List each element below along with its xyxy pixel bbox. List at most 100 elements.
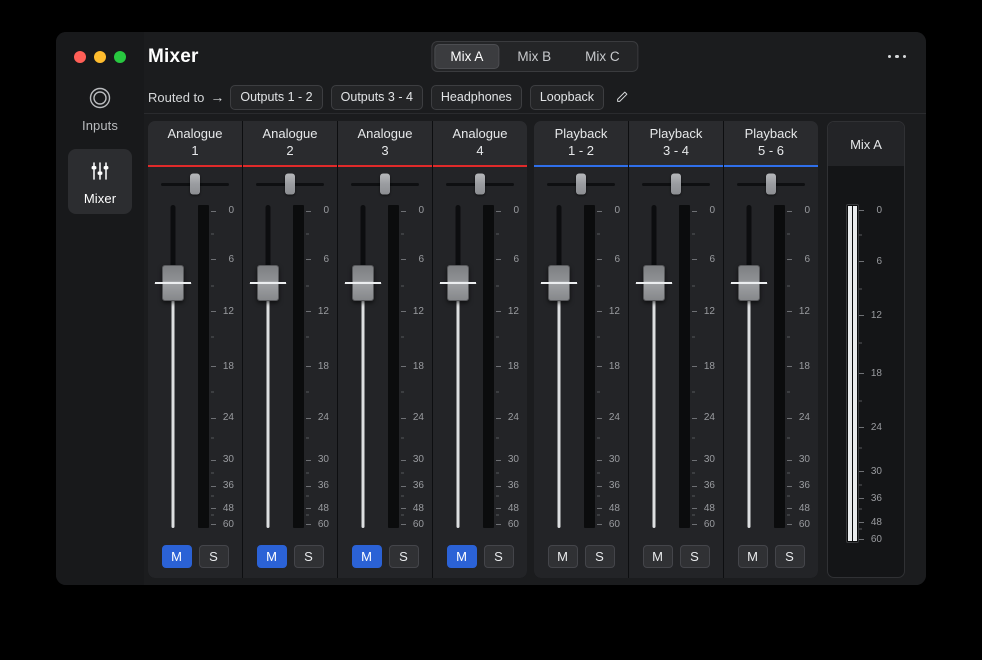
routing-bar: Routed to → Outputs 1 - 2 Outputs 3 - 4 … (144, 81, 926, 114)
fader-control[interactable] (726, 205, 772, 528)
sidebar-item-inputs[interactable]: Inputs (68, 76, 132, 141)
meter-tick-label: 48 (866, 518, 882, 528)
mute-button[interactable]: M (738, 545, 768, 568)
meter-tick-label: 60 (313, 520, 329, 530)
pan-knob[interactable] (380, 174, 390, 195)
meter-tick-minor (211, 337, 214, 338)
minimize-button[interactable] (94, 51, 106, 63)
sidebar-item-mixer[interactable]: Mixer (68, 149, 132, 214)
route-chip-outputs-1-2[interactable]: Outputs 1 - 2 (230, 85, 322, 110)
meter-tick-label: 0 (866, 206, 882, 216)
meter-tick-minor (859, 529, 862, 530)
pan-knob[interactable] (285, 174, 295, 195)
pan-control[interactable] (433, 167, 527, 201)
route-chip-outputs-3-4[interactable]: Outputs 3 - 4 (331, 85, 423, 110)
meter-tick-dash (306, 285, 309, 286)
fader-knob[interactable] (162, 265, 184, 301)
meter-tick-minor (692, 437, 695, 438)
mute-button[interactable]: M (162, 545, 192, 568)
fader-knob[interactable] (643, 265, 665, 301)
solo-button[interactable]: S (775, 545, 805, 568)
fader-knob[interactable] (447, 265, 469, 301)
tab-mix-b[interactable]: Mix B (501, 44, 567, 69)
ellipsis-icon[interactable] (882, 47, 913, 67)
meter-tick-label: 36 (604, 481, 620, 491)
solo-button[interactable]: S (199, 545, 229, 568)
meter-tick-dash (211, 337, 214, 338)
meter-tick-major: 0 (692, 206, 715, 216)
meter-tick-major: 6 (401, 255, 424, 265)
fader-control[interactable] (631, 205, 677, 528)
meter-tick-label: 18 (699, 362, 715, 372)
fader-control[interactable] (245, 205, 291, 528)
fader-knob[interactable] (257, 265, 279, 301)
meter-tick-label: 48 (218, 504, 234, 514)
meter-tick-major: 24 (306, 413, 329, 423)
meter-tick-dash (496, 311, 501, 312)
pan-track (161, 183, 229, 186)
close-button[interactable] (74, 51, 86, 63)
maximize-button[interactable] (114, 51, 126, 63)
meter-tick-minor (597, 234, 600, 235)
pan-control[interactable] (629, 167, 723, 201)
mute-button[interactable]: M (447, 545, 477, 568)
mute-button[interactable]: M (548, 545, 578, 568)
pan-knob[interactable] (190, 174, 200, 195)
meter-tick-dash (859, 261, 864, 262)
channel-meter (483, 205, 494, 528)
meter-tick-dash (401, 337, 404, 338)
meter-tick-dash (597, 508, 602, 509)
meter-tick-dash (496, 486, 501, 487)
mixer-area: Analogue10612182430364860MSAnalogue20612… (144, 114, 926, 585)
mute-button[interactable]: M (643, 545, 673, 568)
solo-button[interactable]: S (585, 545, 615, 568)
meter-tick-major: 18 (692, 362, 715, 372)
pencil-icon[interactable] (612, 87, 632, 107)
meter-tick-label: 24 (408, 413, 424, 423)
pan-control[interactable] (148, 167, 242, 201)
tab-mix-a[interactable]: Mix A (434, 44, 499, 69)
pan-knob[interactable] (475, 174, 485, 195)
meter-tick-dash (306, 311, 311, 312)
channel-meter-col: 0612182430364860 (582, 205, 626, 528)
pan-knob[interactable] (576, 174, 586, 195)
channel-meter (388, 205, 399, 528)
fader-control[interactable] (340, 205, 386, 528)
fader-control[interactable] (150, 205, 196, 528)
solo-button[interactable]: S (389, 545, 419, 568)
meter-tick-dash (692, 234, 695, 235)
channel-name: Analogue (453, 126, 508, 143)
solo-button[interactable]: S (680, 545, 710, 568)
meter-tick-dash (211, 524, 216, 525)
fader-control[interactable] (435, 205, 481, 528)
pan-control[interactable] (338, 167, 432, 201)
route-chip-headphones[interactable]: Headphones (431, 85, 522, 110)
pan-control[interactable] (243, 167, 337, 201)
fader-knob[interactable] (352, 265, 374, 301)
fader-track-lower (748, 283, 751, 528)
meter-tick-dash (496, 460, 501, 461)
channel-number: 2 (286, 143, 293, 160)
meter-tick-minor (496, 473, 499, 474)
fader-knob[interactable] (738, 265, 760, 301)
meter-tick-dash (211, 473, 214, 474)
fader-meter-area: 0612182430364860 (433, 201, 527, 534)
route-chip-loopback[interactable]: Loopback (530, 85, 604, 110)
solo-button[interactable]: S (294, 545, 324, 568)
meter-tick-major: 0 (496, 206, 519, 216)
meter-tick-major: 12 (597, 307, 620, 317)
fader-knob[interactable] (548, 265, 570, 301)
meter-tick-minor (401, 337, 404, 338)
channel-name: Analogue (358, 126, 413, 143)
mute-button[interactable]: M (257, 545, 287, 568)
mute-button[interactable]: M (352, 545, 382, 568)
fader-control[interactable] (536, 205, 582, 528)
pan-knob[interactable] (766, 174, 776, 195)
tab-mix-c[interactable]: Mix C (569, 44, 636, 69)
pan-control[interactable] (724, 167, 818, 201)
pan-control[interactable] (534, 167, 628, 201)
pan-knob[interactable] (671, 174, 681, 195)
meter-tick-label: 6 (218, 255, 234, 265)
channel-strip: Analogue10612182430364860MS (148, 121, 242, 578)
solo-button[interactable]: S (484, 545, 514, 568)
